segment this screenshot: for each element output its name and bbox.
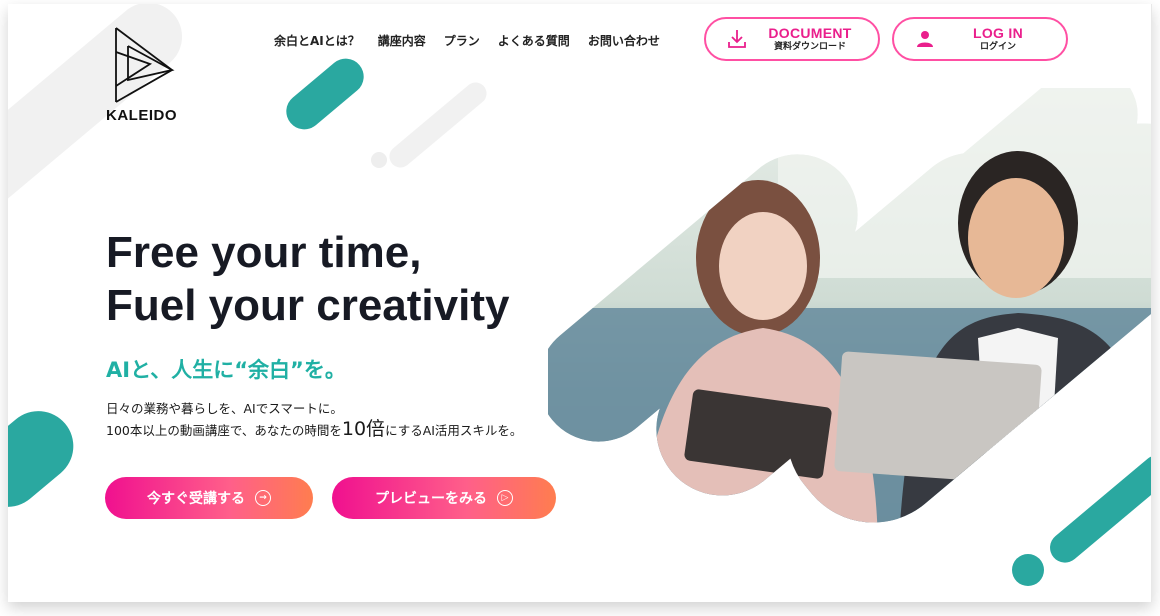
headline-line-2: Fuel your creativity bbox=[106, 281, 510, 330]
decorative-stripe-teal-top bbox=[278, 51, 372, 137]
document-button-sublabel: 資料ダウンロード bbox=[773, 42, 846, 52]
hero-photo bbox=[548, 88, 1151, 556]
login-button-label: LOG IN bbox=[972, 25, 1024, 41]
hero-description: 日々の業務や暮らしを、AIでスマートに。 100本以上の動画講座で、あなたの時間… bbox=[106, 398, 522, 441]
nav-item-courses[interactable]: 講座内容 bbox=[378, 32, 426, 49]
description-highlight: 10倍 bbox=[341, 418, 386, 440]
preview-button[interactable]: プレビューをみる ▷ bbox=[332, 477, 556, 519]
user-icon bbox=[917, 31, 933, 47]
login-button-sublabel: ログイン bbox=[979, 42, 1016, 52]
decorative-dot-gray bbox=[371, 152, 387, 168]
nav-item-faq[interactable]: よくある質問 bbox=[498, 32, 570, 49]
brand-logo[interactable]: KALEIDO bbox=[106, 24, 186, 126]
login-button[interactable]: LOG IN ログイン bbox=[892, 17, 1068, 61]
brand-name: KALEIDO bbox=[106, 107, 177, 124]
description-line-2-pre: 100本以上の動画講座で、あなたの時間を bbox=[106, 423, 342, 438]
download-icon bbox=[728, 30, 746, 48]
page-frame: KALEIDO 余白とAIとは？ 講座内容 プラン よくある質問 お問い合わせ … bbox=[8, 4, 1152, 602]
enroll-now-button[interactable]: 今すぐ受講する → bbox=[105, 477, 313, 519]
description-line-2-post: にするAI活用スキルを。 bbox=[385, 423, 523, 438]
hero-tagline: AIと、人生に“余白”を。 bbox=[106, 358, 346, 382]
headline-line-1: Free your time, bbox=[106, 228, 422, 277]
decorative-stripe-teal-left bbox=[8, 396, 88, 522]
main-nav: 余白とAIとは？ 講座内容 プラン よくある質問 お問い合わせ bbox=[274, 32, 660, 49]
nav-item-contact[interactable]: お問い合わせ bbox=[588, 32, 660, 49]
document-download-button[interactable]: DOCUMENT 資料ダウンロード bbox=[704, 17, 880, 61]
decorative-dot-teal bbox=[1012, 554, 1044, 586]
description-line-2: 100本以上の動画講座で、あなたの時間を10倍にするAI活用スキルを。 bbox=[106, 419, 522, 441]
decorative-stripe-gray-small bbox=[384, 78, 492, 172]
document-button-label: DOCUMENT bbox=[768, 25, 852, 41]
arrow-circle-icon: → bbox=[255, 490, 271, 506]
description-line-1: 日々の業務や暮らしを、AIでスマートに。 bbox=[106, 401, 343, 416]
nav-item-plans[interactable]: プラン bbox=[444, 32, 480, 49]
play-circle-icon: ▷ bbox=[497, 490, 513, 506]
nav-item-about[interactable]: 余白とAIとは？ bbox=[274, 32, 360, 49]
hero-headline: Free your time, Fuel your creativity bbox=[106, 226, 509, 332]
logo-mark-icon bbox=[115, 27, 175, 103]
enroll-now-label: 今すぐ受講する bbox=[147, 491, 245, 507]
preview-label: プレビューをみる bbox=[375, 491, 487, 507]
